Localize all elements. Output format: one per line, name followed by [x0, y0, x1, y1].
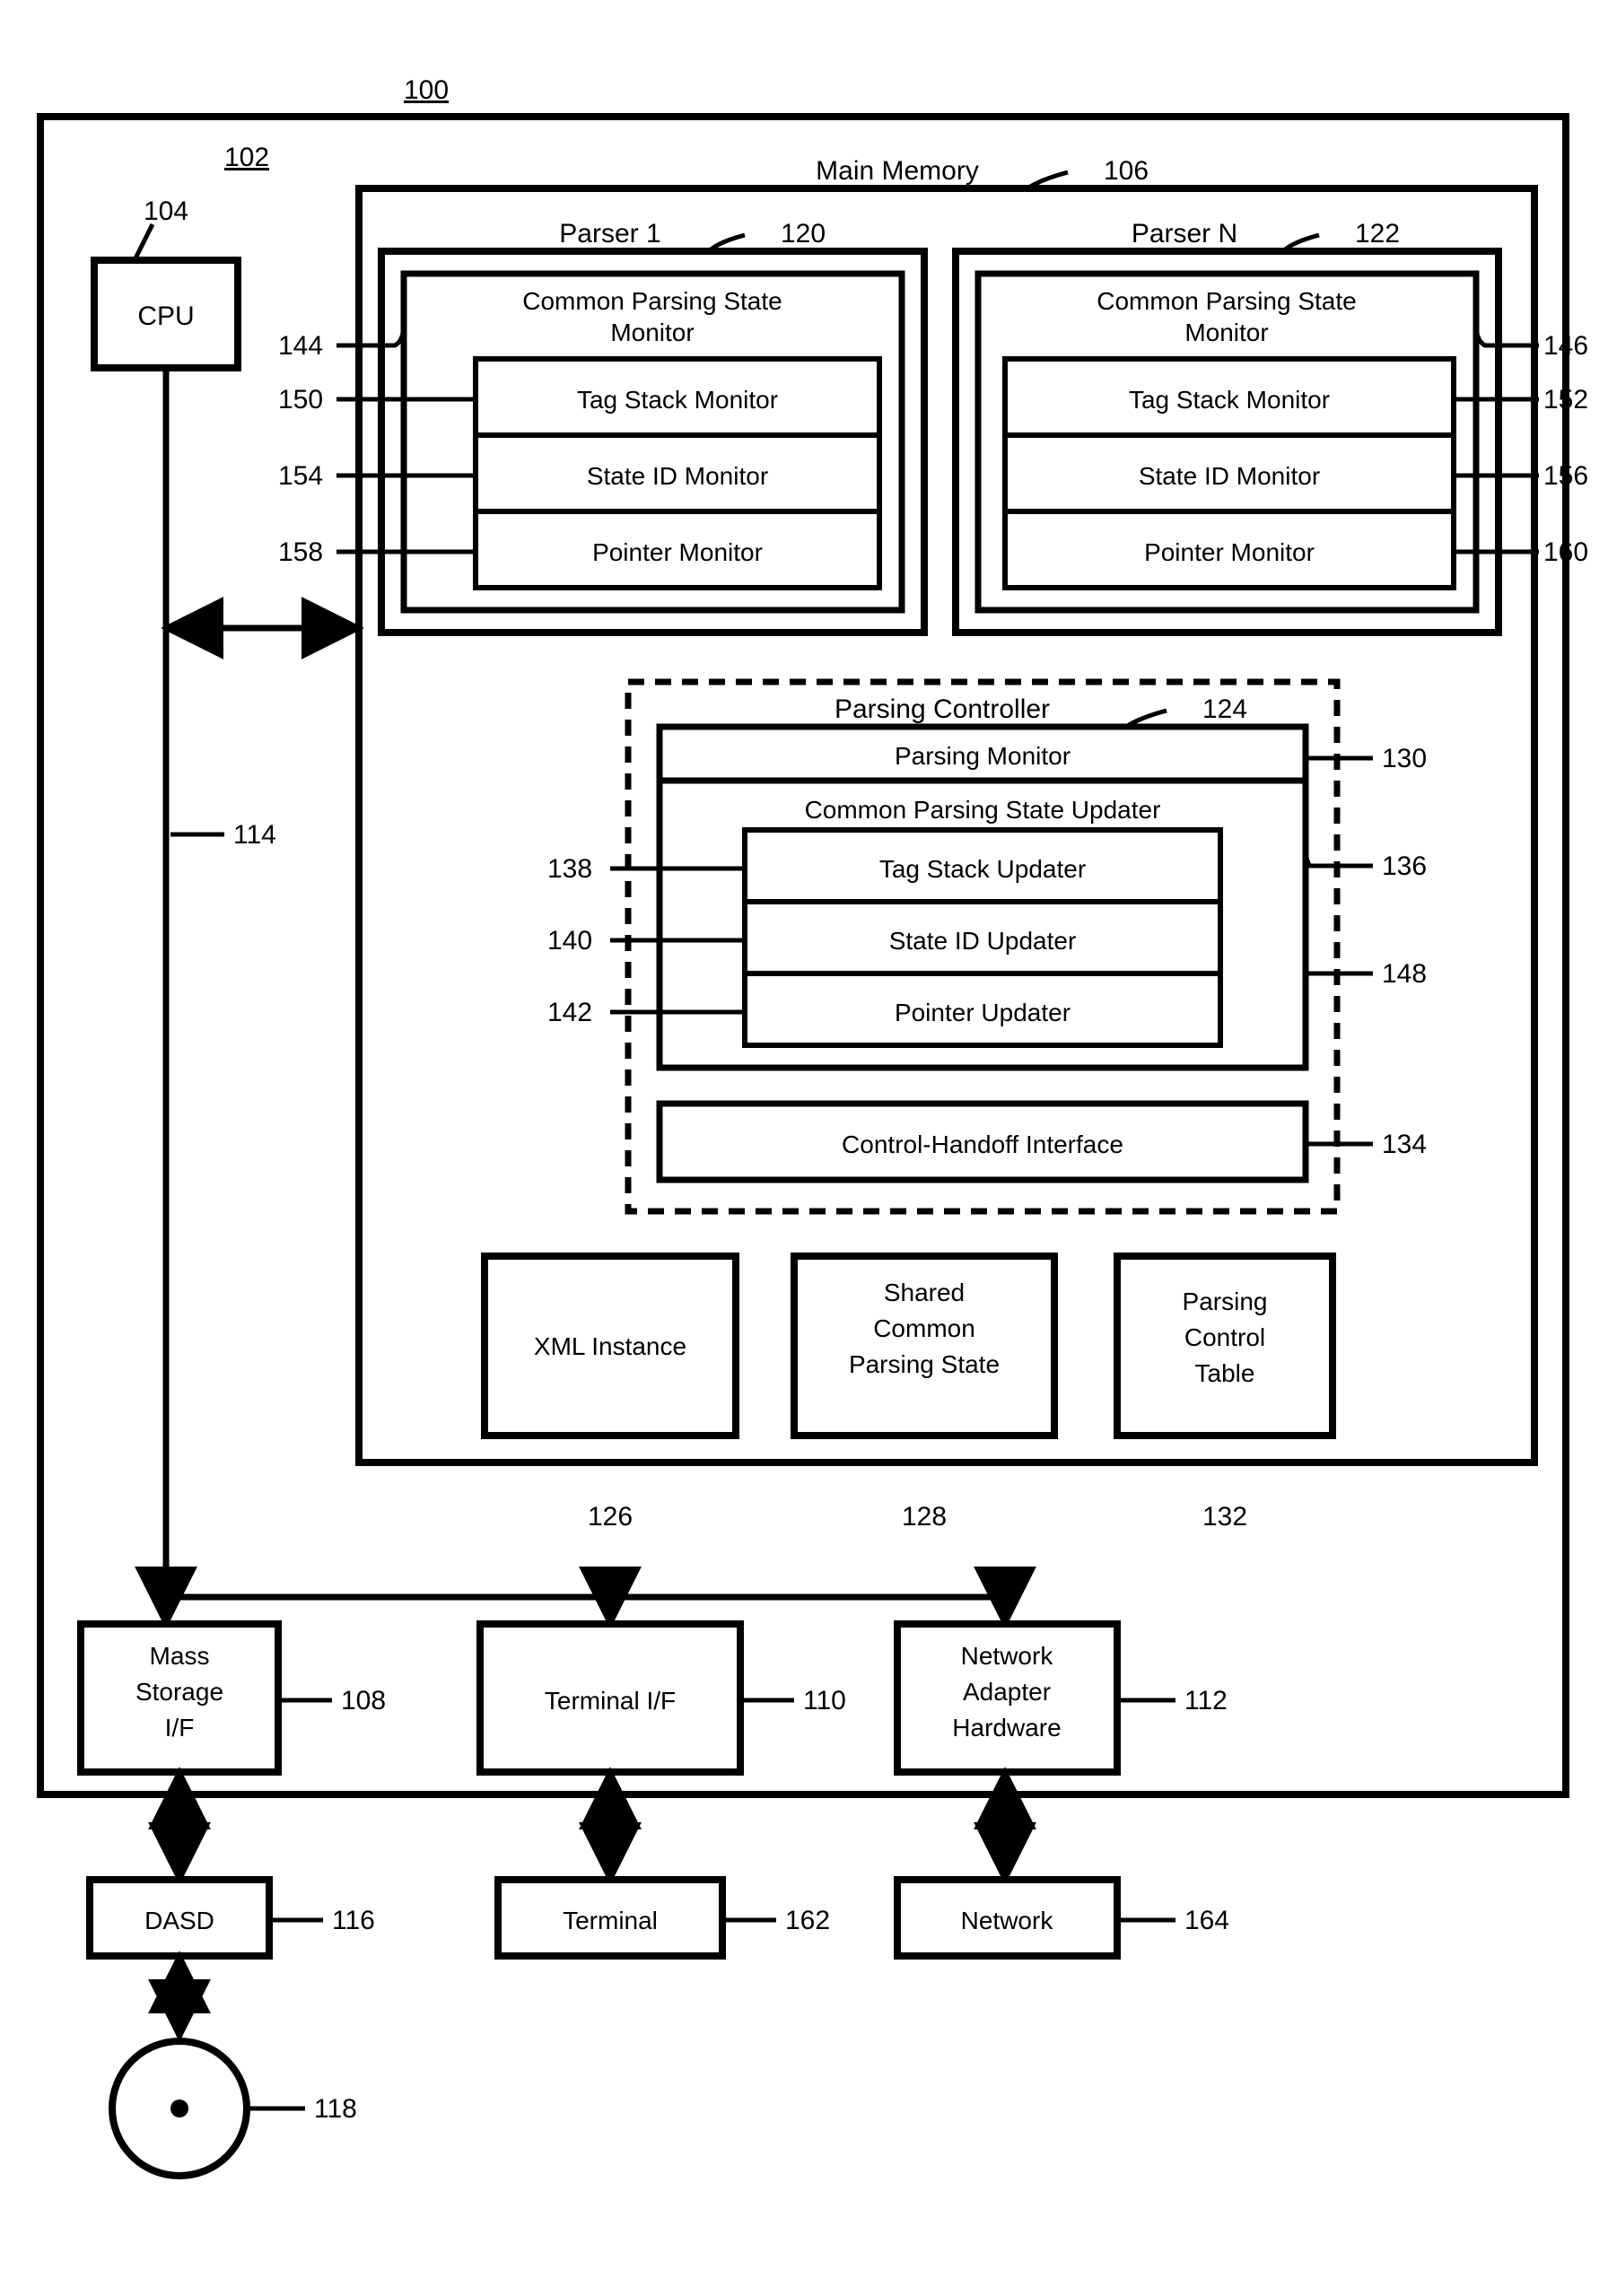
monitorN-line2: Monitor	[1184, 319, 1268, 346]
network-label: Network	[961, 1907, 1054, 1934]
monitor1-line2: Monitor	[610, 319, 694, 346]
ref-parsingController: 124	[1202, 694, 1247, 724]
ref-updater: 136	[1382, 851, 1427, 881]
net2: Adapter	[963, 1678, 1051, 1706]
ref-mainmemory: 106	[1104, 156, 1149, 186]
ref-disk: 118	[314, 2094, 357, 2124]
ref-ptrmon1: 158	[278, 537, 323, 567]
ctrl3: Table	[1195, 1359, 1255, 1387]
terminal-label: Terminal	[563, 1907, 658, 1934]
parserN-label: Parser N	[1132, 219, 1237, 249]
ref-ptrmonN: 160	[1543, 537, 1588, 567]
ref-tagUpdater: 138	[547, 854, 592, 884]
ref-pointerUpdater: 142	[547, 998, 592, 1027]
ref-ctrltable: 132	[1202, 1502, 1247, 1532]
ref-terminal: 162	[785, 1906, 830, 1935]
tagmonN-label: Tag Stack Monitor	[1129, 386, 1330, 414]
handoff-label: Control-Handoff Interface	[842, 1131, 1123, 1158]
ref-tagmon1: 150	[278, 385, 323, 415]
cpu-label: CPU	[137, 301, 194, 331]
ref-statemonN: 156	[1543, 461, 1588, 491]
mass3: I/F	[165, 1714, 195, 1742]
pointer-updater-label: Pointer Updater	[895, 999, 1071, 1026]
ref-parserN: 122	[1355, 219, 1400, 249]
ref-stateIdUpdater: 140	[547, 926, 592, 956]
parsing-controller-label: Parsing Controller	[835, 694, 1050, 724]
xml-label: XML Instance	[534, 1332, 686, 1360]
shared3: Parsing State	[849, 1350, 1000, 1378]
statemonN-label: State ID Monitor	[1139, 462, 1320, 490]
parser1-label: Parser 1	[559, 219, 660, 249]
ref-board: 102	[224, 143, 269, 172]
statemon1-label: State ID Monitor	[587, 462, 768, 490]
ref-cpu: 104	[144, 196, 188, 226]
shared1: Shared	[884, 1279, 965, 1306]
shared2: Common	[873, 1314, 975, 1342]
ref-tagmonN: 152	[1543, 385, 1588, 415]
ptrmon1-label: Pointer Monitor	[592, 538, 763, 566]
stateid-updater-label: State ID Updater	[889, 927, 1077, 955]
ref-xml: 126	[588, 1502, 633, 1532]
mass2: Storage	[135, 1678, 223, 1706]
diagram-root: 100 102 CPU 104 Main Memory 106 Parser 1…	[0, 0, 1608, 2296]
net1: Network	[961, 1642, 1054, 1670]
parsing-monitor-label: Parsing Monitor	[895, 742, 1071, 770]
ref-parsingMonitor: 130	[1382, 744, 1427, 773]
ref-statemon1: 154	[278, 461, 323, 491]
ref-network: 164	[1184, 1906, 1229, 1935]
disk-center	[170, 2100, 188, 2117]
tag-updater-label: Tag Stack Updater	[879, 855, 1086, 883]
dasd-label: DASD	[144, 1907, 214, 1934]
ctrl2: Control	[1184, 1323, 1265, 1351]
ptrmonN-label: Pointer Monitor	[1144, 538, 1315, 566]
mass1: Mass	[150, 1642, 210, 1670]
ref-monitor1: 144	[278, 331, 323, 361]
main-memory-label: Main Memory	[816, 156, 979, 186]
net3: Hardware	[952, 1714, 1061, 1742]
ref-nethw: 112	[1184, 1686, 1228, 1715]
terminalif-label: Terminal I/F	[545, 1687, 676, 1715]
ref-monitorN: 146	[1543, 331, 1588, 361]
ref-parser1: 120	[781, 219, 826, 249]
ref-dasd: 116	[332, 1906, 375, 1935]
tagmon1-label: Tag Stack Monitor	[577, 386, 778, 414]
ref-handoff: 134	[1382, 1130, 1427, 1159]
ctrl1: Parsing	[1183, 1288, 1268, 1315]
ref-mass: 108	[341, 1686, 386, 1715]
ref-shared: 128	[902, 1502, 947, 1532]
ref-bus: 114	[233, 820, 276, 850]
ref-terminalif: 110	[803, 1686, 846, 1715]
ref-updaterBox: 148	[1382, 959, 1427, 989]
monitor1-line1: Common Parsing State	[522, 287, 782, 315]
ref-system: 100	[404, 75, 449, 105]
updater-label: Common Parsing State Updater	[805, 796, 1161, 824]
monitorN-line1: Common Parsing State	[1097, 287, 1356, 315]
